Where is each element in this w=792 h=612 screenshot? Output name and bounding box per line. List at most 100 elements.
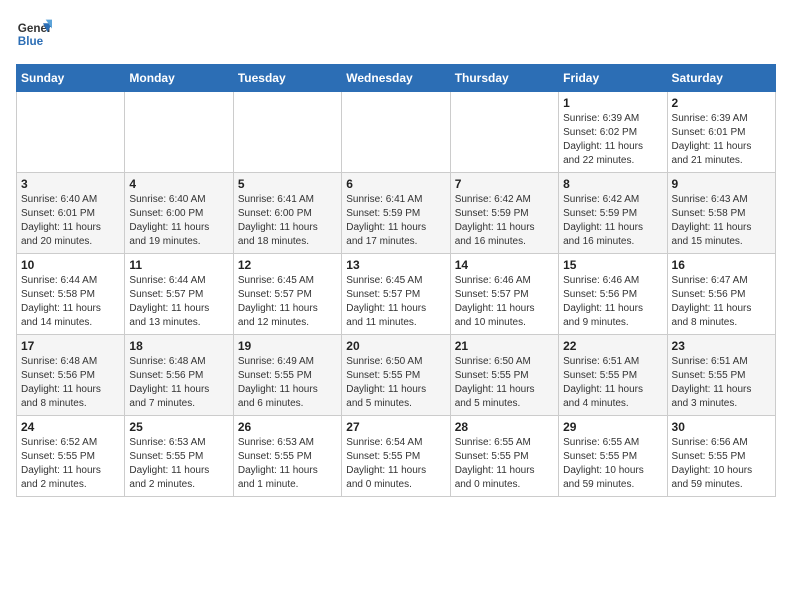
day-cell: 5 Sunrise: 6:41 AM Sunset: 6:00 PM Daylig…	[233, 173, 341, 254]
calendar-body: 1Sunrise: 6:39 AM Sunset: 6:02 PM Daylig…	[17, 92, 776, 497]
day-number: 17	[21, 339, 120, 353]
day-cell: 9 Sunrise: 6:43 AM Sunset: 5:58 PM Daylig…	[667, 173, 775, 254]
day-cell: 27Sunrise: 6:54 AM Sunset: 5:55 PM Dayli…	[342, 416, 450, 497]
day-cell: 14 Sunrise: 6:46 AM Sunset: 5:57 PM Dayli…	[450, 254, 558, 335]
day-number: 26	[238, 420, 337, 434]
day-info: Sunrise: 6:48 AM Sunset: 5:56 PM Dayligh…	[21, 355, 120, 411]
day-info: Sunrise: 6:51 AM Sunset: 5:55 PM Dayligh…	[672, 355, 771, 411]
header-day-sunday: Sunday	[17, 65, 125, 92]
day-info: Sunrise: 6:52 AM Sunset: 5:55 PM Dayligh…	[21, 436, 120, 492]
day-number: 24	[21, 420, 120, 434]
day-cell	[17, 92, 125, 173]
day-info: Sunrise: 6:50 AM Sunset: 5:55 PM Dayligh…	[455, 355, 554, 411]
day-info: Sunrise: 6:48 AM Sunset: 5:56 PM Dayligh…	[129, 355, 228, 411]
day-cell: 2Sunrise: 6:39 AM Sunset: 6:01 PM Daylig…	[667, 92, 775, 173]
day-info: Sunrise: 6:55 AM Sunset: 5:55 PM Dayligh…	[563, 436, 662, 492]
day-info: Sunrise: 6:47 AM Sunset: 5:56 PM Dayligh…	[672, 274, 771, 330]
day-info: Sunrise: 6:42 AM Sunset: 5:59 PM Dayligh…	[563, 193, 662, 249]
day-cell: 10 Sunrise: 6:44 AM Sunset: 5:58 PM Dayli…	[17, 254, 125, 335]
day-info: Sunrise: 6:42 AM Sunset: 5:59 PM Dayligh…	[455, 193, 554, 249]
day-cell: 13 Sunrise: 6:45 AM Sunset: 5:57 PM Dayli…	[342, 254, 450, 335]
day-info: Sunrise: 6:41 AM Sunset: 5:59 PM Dayligh…	[346, 193, 445, 249]
day-cell	[450, 92, 558, 173]
day-info: Sunrise: 6:43 AM Sunset: 5:58 PM Dayligh…	[672, 193, 771, 249]
day-info: Sunrise: 6:49 AM Sunset: 5:55 PM Dayligh…	[238, 355, 337, 411]
day-info: Sunrise: 6:44 AM Sunset: 5:58 PM Dayligh…	[21, 274, 120, 330]
calendar-header: SundayMondayTuesdayWednesdayThursdayFrid…	[17, 65, 776, 92]
day-number: 11	[129, 258, 228, 272]
day-number: 28	[455, 420, 554, 434]
calendar-table: SundayMondayTuesdayWednesdayThursdayFrid…	[16, 64, 776, 497]
day-cell: 1Sunrise: 6:39 AM Sunset: 6:02 PM Daylig…	[559, 92, 667, 173]
day-cell: 22Sunrise: 6:51 AM Sunset: 5:55 PM Dayli…	[559, 335, 667, 416]
week-row-3: 17 Sunrise: 6:48 AM Sunset: 5:56 PM Dayli…	[17, 335, 776, 416]
day-cell: 15 Sunrise: 6:46 AM Sunset: 5:56 PM Dayli…	[559, 254, 667, 335]
day-cell	[342, 92, 450, 173]
day-cell: 23Sunrise: 6:51 AM Sunset: 5:55 PM Dayli…	[667, 335, 775, 416]
day-cell: 20Sunrise: 6:50 AM Sunset: 5:55 PM Dayli…	[342, 335, 450, 416]
day-cell: 7Sunrise: 6:42 AM Sunset: 5:59 PM Daylig…	[450, 173, 558, 254]
logo: General Blue	[16, 16, 52, 52]
day-number: 14	[455, 258, 554, 272]
day-number: 6	[346, 177, 445, 191]
week-row-4: 24 Sunrise: 6:52 AM Sunset: 5:55 PM Dayli…	[17, 416, 776, 497]
day-cell: 24 Sunrise: 6:52 AM Sunset: 5:55 PM Dayli…	[17, 416, 125, 497]
day-number: 10	[21, 258, 120, 272]
day-number: 13	[346, 258, 445, 272]
header-day-wednesday: Wednesday	[342, 65, 450, 92]
svg-text:Blue: Blue	[18, 35, 44, 48]
day-number: 30	[672, 420, 771, 434]
header-day-monday: Monday	[125, 65, 233, 92]
day-info: Sunrise: 6:56 AM Sunset: 5:55 PM Dayligh…	[672, 436, 771, 492]
day-cell: 6 Sunrise: 6:41 AM Sunset: 5:59 PM Daylig…	[342, 173, 450, 254]
page-header: General Blue	[16, 16, 776, 52]
day-cell: 29 Sunrise: 6:55 AM Sunset: 5:55 PM Dayli…	[559, 416, 667, 497]
day-info: Sunrise: 6:41 AM Sunset: 6:00 PM Dayligh…	[238, 193, 337, 249]
day-number: 22	[563, 339, 662, 353]
day-cell	[233, 92, 341, 173]
day-info: Sunrise: 6:45 AM Sunset: 5:57 PM Dayligh…	[346, 274, 445, 330]
day-number: 18	[129, 339, 228, 353]
day-cell: 11 Sunrise: 6:44 AM Sunset: 5:57 PM Dayli…	[125, 254, 233, 335]
day-cell: 28 Sunrise: 6:55 AM Sunset: 5:55 PM Dayli…	[450, 416, 558, 497]
day-info: Sunrise: 6:46 AM Sunset: 5:57 PM Dayligh…	[455, 274, 554, 330]
day-number: 5	[238, 177, 337, 191]
day-cell: 3 Sunrise: 6:40 AM Sunset: 6:01 PM Daylig…	[17, 173, 125, 254]
week-row-1: 3 Sunrise: 6:40 AM Sunset: 6:01 PM Daylig…	[17, 173, 776, 254]
day-number: 15	[563, 258, 662, 272]
day-info: Sunrise: 6:44 AM Sunset: 5:57 PM Dayligh…	[129, 274, 228, 330]
day-number: 8	[563, 177, 662, 191]
day-number: 3	[21, 177, 120, 191]
day-number: 4	[129, 177, 228, 191]
day-cell: 4 Sunrise: 6:40 AM Sunset: 6:00 PM Daylig…	[125, 173, 233, 254]
day-info: Sunrise: 6:45 AM Sunset: 5:57 PM Dayligh…	[238, 274, 337, 330]
day-number: 1	[563, 96, 662, 110]
day-info: Sunrise: 6:55 AM Sunset: 5:55 PM Dayligh…	[455, 436, 554, 492]
day-info: Sunrise: 6:40 AM Sunset: 6:01 PM Dayligh…	[21, 193, 120, 249]
day-cell: 25Sunrise: 6:53 AM Sunset: 5:55 PM Dayli…	[125, 416, 233, 497]
day-cell: 12 Sunrise: 6:45 AM Sunset: 5:57 PM Dayli…	[233, 254, 341, 335]
day-number: 19	[238, 339, 337, 353]
day-cell: 19 Sunrise: 6:49 AM Sunset: 5:55 PM Dayli…	[233, 335, 341, 416]
header-day-saturday: Saturday	[667, 65, 775, 92]
day-cell: 17 Sunrise: 6:48 AM Sunset: 5:56 PM Dayli…	[17, 335, 125, 416]
day-number: 25	[129, 420, 228, 434]
day-info: Sunrise: 6:39 AM Sunset: 6:01 PM Dayligh…	[672, 112, 771, 168]
header-day-thursday: Thursday	[450, 65, 558, 92]
week-row-0: 1Sunrise: 6:39 AM Sunset: 6:02 PM Daylig…	[17, 92, 776, 173]
day-info: Sunrise: 6:46 AM Sunset: 5:56 PM Dayligh…	[563, 274, 662, 330]
header-row: SundayMondayTuesdayWednesdayThursdayFrid…	[17, 65, 776, 92]
day-cell: 30 Sunrise: 6:56 AM Sunset: 5:55 PM Dayli…	[667, 416, 775, 497]
header-day-friday: Friday	[559, 65, 667, 92]
header-day-tuesday: Tuesday	[233, 65, 341, 92]
day-info: Sunrise: 6:53 AM Sunset: 5:55 PM Dayligh…	[238, 436, 337, 492]
day-number: 29	[563, 420, 662, 434]
day-number: 16	[672, 258, 771, 272]
day-number: 12	[238, 258, 337, 272]
logo-icon: General Blue	[16, 16, 52, 52]
day-cell: 8 Sunrise: 6:42 AM Sunset: 5:59 PM Daylig…	[559, 173, 667, 254]
day-info: Sunrise: 6:54 AM Sunset: 5:55 PM Dayligh…	[346, 436, 445, 492]
week-row-2: 10 Sunrise: 6:44 AM Sunset: 5:58 PM Dayli…	[17, 254, 776, 335]
day-info: Sunrise: 6:40 AM Sunset: 6:00 PM Dayligh…	[129, 193, 228, 249]
day-number: 9	[672, 177, 771, 191]
